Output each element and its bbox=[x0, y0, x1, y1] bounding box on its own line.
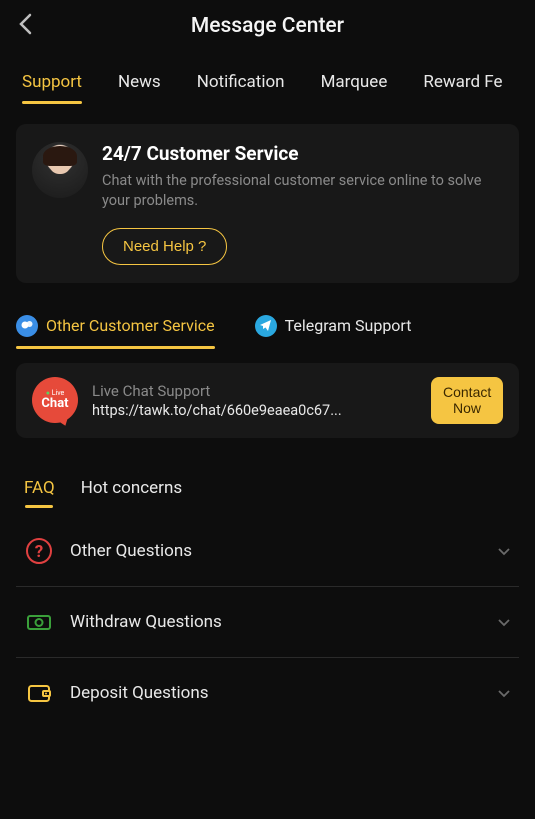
header: Message Center bbox=[0, 0, 535, 52]
page-title: Message Center bbox=[18, 14, 517, 38]
live-chat-title: Live Chat Support bbox=[92, 382, 417, 400]
subtab-telegram[interactable]: Telegram Support bbox=[255, 315, 412, 349]
faq-label: Other Questions bbox=[70, 541, 481, 561]
wallet-icon bbox=[24, 678, 54, 708]
live-chat-logo: Live Chat bbox=[32, 377, 78, 423]
subtab-label: Other Customer Service bbox=[46, 316, 215, 335]
svg-text:?: ? bbox=[35, 542, 43, 562]
service-title: 24/7 Customer Service bbox=[102, 142, 503, 165]
faq-list: ? Other Questions Withdraw Questions Dep… bbox=[16, 516, 519, 728]
live-chat-url: https://tawk.to/chat/660e9eaea0c67... bbox=[92, 402, 417, 419]
chevron-left-icon bbox=[18, 13, 32, 35]
chevron-down-icon bbox=[497, 542, 511, 561]
main-tabs: Support News Notification Marquee Reward… bbox=[0, 52, 535, 104]
avatar bbox=[32, 142, 88, 198]
question-icon: ? bbox=[24, 536, 54, 566]
back-button[interactable] bbox=[18, 13, 32, 39]
faq-tabs: FAQ Hot concerns bbox=[16, 478, 519, 508]
faq-item-deposit[interactable]: Deposit Questions bbox=[16, 658, 519, 728]
live-chat-card: Live Chat Live Chat Support https://tawk… bbox=[16, 363, 519, 439]
chat-bubble-icon bbox=[16, 315, 38, 337]
contact-now-button[interactable]: Contact Now bbox=[431, 377, 503, 425]
tab-reward[interactable]: Reward Fe bbox=[423, 72, 502, 104]
support-subtabs: Other Customer Service Telegram Support bbox=[16, 297, 519, 349]
tab-support[interactable]: Support bbox=[22, 72, 82, 104]
cash-icon bbox=[24, 607, 54, 637]
faq-label: Deposit Questions bbox=[70, 683, 481, 703]
faq-item-other[interactable]: ? Other Questions bbox=[16, 516, 519, 587]
customer-service-card: 24/7 Customer Service Chat with the prof… bbox=[16, 124, 519, 283]
need-help-button[interactable]: Need Help ? bbox=[102, 228, 227, 265]
tab-news[interactable]: News bbox=[118, 72, 161, 104]
service-description: Chat with the professional customer serv… bbox=[102, 171, 503, 212]
telegram-icon bbox=[255, 315, 277, 337]
faq-label: Withdraw Questions bbox=[70, 612, 481, 632]
faq-tab-faq[interactable]: FAQ bbox=[24, 478, 55, 508]
tab-marquee[interactable]: Marquee bbox=[321, 72, 388, 104]
subtab-other-cs[interactable]: Other Customer Service bbox=[16, 315, 215, 349]
faq-tab-hot[interactable]: Hot concerns bbox=[81, 478, 182, 508]
chevron-down-icon bbox=[497, 684, 511, 703]
tab-notification[interactable]: Notification bbox=[197, 72, 285, 104]
chevron-down-icon bbox=[497, 613, 511, 632]
subtab-label: Telegram Support bbox=[285, 316, 412, 335]
faq-item-withdraw[interactable]: Withdraw Questions bbox=[16, 587, 519, 658]
